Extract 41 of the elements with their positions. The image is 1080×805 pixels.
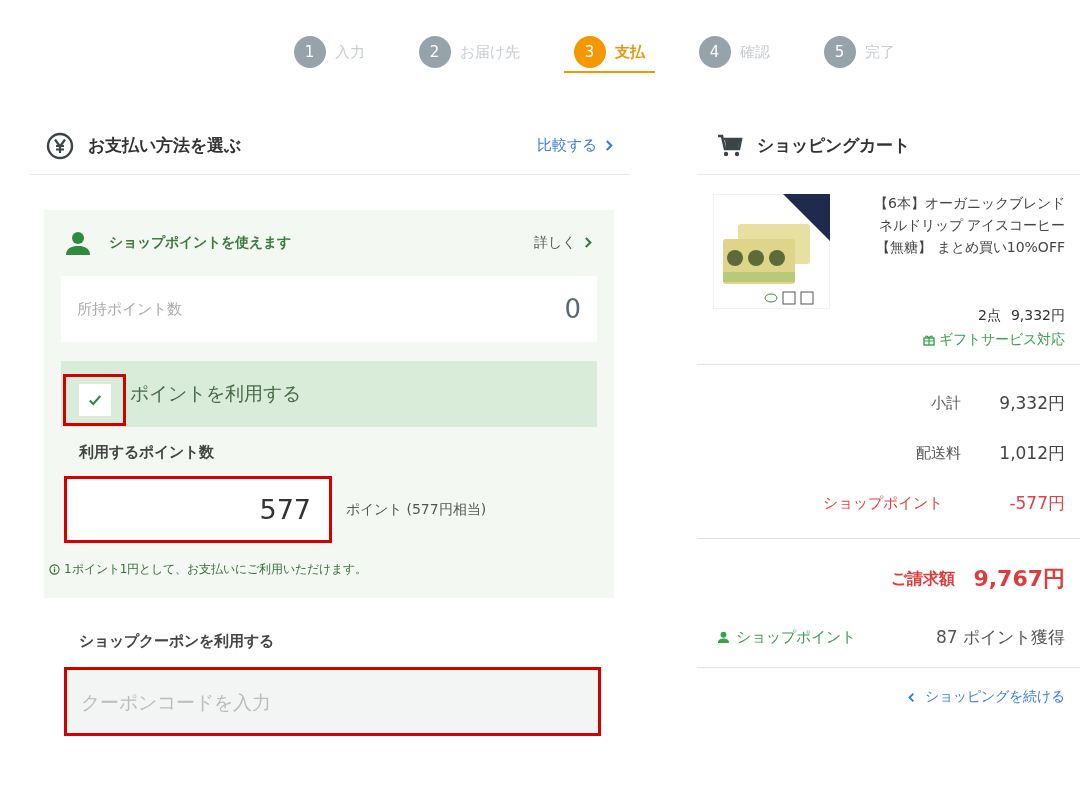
total-value: 9,767円 [973,565,1065,593]
gift-icon [923,334,935,346]
points-input[interactable]: 577 [64,476,332,543]
chevron-right-icon [605,139,614,152]
summary-label: 小計 [931,393,961,413]
checkbox-label: ポイントを利用する [130,381,301,406]
chevron-left-icon [907,691,915,703]
summary-value: -577円 [1008,491,1065,515]
coupon-input[interactable]: クーポンコードを入力 [64,667,601,736]
details-link[interactable]: 詳しく [534,233,593,252]
field-label: ショップクーポンを利用する [79,632,275,651]
section-title: お支払い方法を選ぶ [88,134,242,157]
compare-link[interactable]: 比較する [537,136,614,155]
info-icon [49,564,60,575]
product-name[interactable]: 【6本】オーガニックブレンド ネルドリップ アイスコーヒー 【無糖】 まとめ買い10%OFF [844,192,1065,309]
cart-icon [717,133,743,158]
gift-service-label: ギフトサービス対応 [939,331,1065,349]
yen-icon [46,131,74,160]
checkbox[interactable] [63,373,126,426]
person-icon [65,230,91,255]
summary-value: 9,332円 [998,391,1065,415]
total-label: ご請求額 [891,568,956,590]
owned-points-value: 0 [564,294,581,324]
summary-label: ショップポイント [823,493,943,513]
cart-title: ショッピングカート [757,134,911,157]
note-text: 1ポイント1円として、お支払いにご利用いただけます。 [64,561,368,578]
owned-points-label: 所持ポイント数 [77,299,182,319]
summary-label: 配送料 [916,443,961,463]
step-tab[interactable]: 3 支払 [563,33,655,73]
points-earned-label: ショップポイント [736,627,857,647]
chevron-right-icon [584,236,593,249]
price: 9,332円 [1010,307,1065,325]
points-earned-value: 87 ポイント獲得 [935,625,1065,649]
check-icon [87,392,102,407]
person-icon [717,631,730,643]
panel-title: ショップポイントを使えます [109,233,292,252]
field-label: 利用するポイント数 [79,443,215,462]
continue-shopping-link[interactable]: ショッピングを続ける [907,688,1065,706]
quantity: 2点 [978,307,1001,325]
points-suffix: ポイント (577円相当) [346,500,487,519]
summary-value: 1,012円 [998,441,1065,465]
